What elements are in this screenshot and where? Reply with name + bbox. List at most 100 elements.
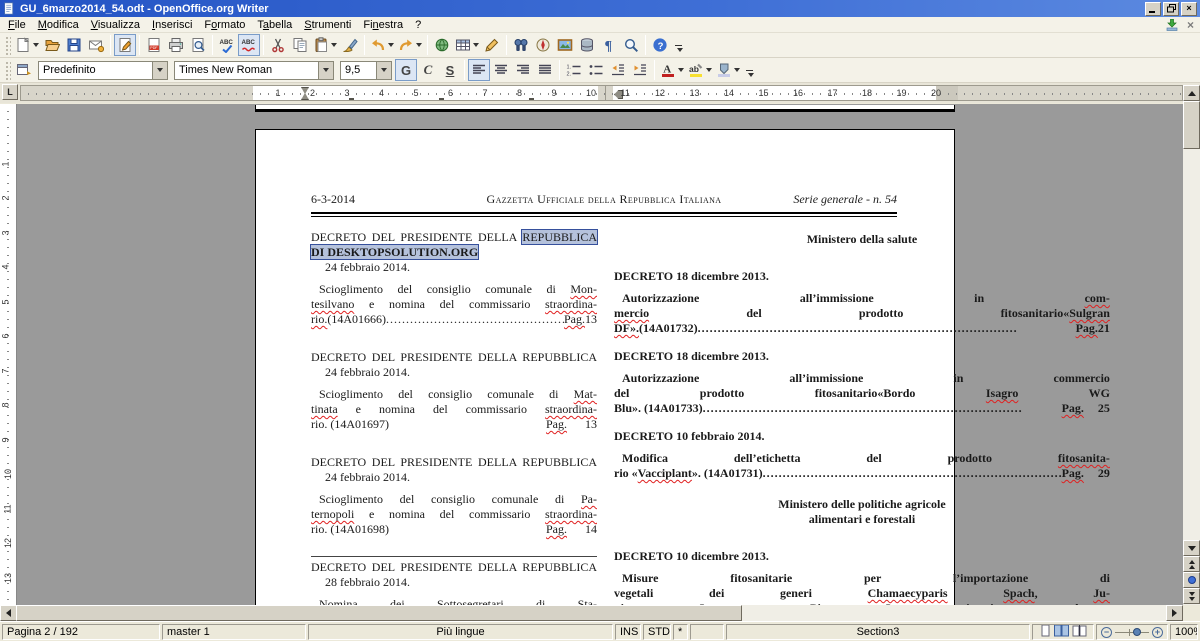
print-button[interactable] <box>165 34 187 56</box>
next-page-button[interactable] <box>1183 588 1200 604</box>
selection-mode-status[interactable]: STD <box>643 624 671 640</box>
zoom-slider-thumb[interactable] <box>1133 628 1141 636</box>
scroll-up-button[interactable] <box>1183 85 1200 101</box>
font-name-dropdown[interactable] <box>318 62 333 79</box>
navigator-button[interactable] <box>532 34 554 56</box>
minimize-button[interactable] <box>1145 2 1161 16</box>
update-available-icon[interactable] <box>1165 19 1179 31</box>
vertical-scroll-thumb[interactable] <box>1183 101 1200 149</box>
menu-tabella[interactable]: Tabella <box>251 18 298 32</box>
hyperlink-button[interactable] <box>431 34 453 56</box>
section-status[interactable]: Section3 <box>726 624 1030 640</box>
horizontal-ruler[interactable]: 1234567891011121314151617181920 <box>20 85 1183 101</box>
font-size-dropdown[interactable] <box>376 62 391 79</box>
right-column[interactable]: Ministero della saluteDECRETO 18 dicembr… <box>614 226 1110 605</box>
help-button[interactable]: ? <box>649 34 671 56</box>
previous-page-button[interactable] <box>1183 556 1200 572</box>
align-center-button[interactable] <box>490 59 512 81</box>
copy-button[interactable] <box>289 34 311 56</box>
menu-modifica[interactable]: Modifica <box>32 18 85 32</box>
save-button[interactable] <box>63 34 85 56</box>
scroll-right-button[interactable] <box>1166 605 1183 621</box>
modified-status[interactable]: * <box>673 624 688 640</box>
document-workspace[interactable]: 12345678910111213 6-3-2014 Gazzetta Uffi… <box>0 104 1183 605</box>
bold-button[interactable]: G <box>395 59 417 81</box>
tab-stop-marker[interactable] <box>529 98 534 101</box>
email-button[interactable] <box>85 34 107 56</box>
scroll-down-button[interactable] <box>1183 540 1200 556</box>
edit-file-button[interactable] <box>114 34 136 56</box>
page-style-status[interactable]: master 1 <box>162 624 306 640</box>
menu-strumenti[interactable]: Strumenti <box>298 18 357 32</box>
paragraph-style-combo[interactable]: Predefinito <box>38 61 168 80</box>
zoom-out-button[interactable]: − <box>1101 627 1112 638</box>
font-size-combo[interactable]: 9,5 <box>340 61 392 80</box>
zoom-slider-track[interactable] <box>1115 632 1149 633</box>
close-button[interactable]: × <box>1181 2 1197 16</box>
horizontal-scroll-thumb[interactable] <box>16 605 742 621</box>
document-page[interactable]: 6-3-2014 Gazzetta Ufficiale della Repubb… <box>255 129 955 605</box>
paste-dropdown-arrow[interactable] <box>331 43 337 47</box>
restore-button[interactable] <box>1163 2 1179 16</box>
spellcheck-button[interactable]: ABC <box>216 34 238 56</box>
redo-button[interactable] <box>396 34 424 56</box>
styles-formatting-button[interactable] <box>13 59 35 81</box>
auto-spellcheck-button[interactable]: ABC <box>238 34 260 56</box>
paragraph-style-dropdown[interactable] <box>152 62 167 79</box>
menu-?[interactable]: ? <box>409 18 427 32</box>
font-color-dropdown-arrow[interactable] <box>678 68 684 72</box>
formatting-marks-button[interactable]: ¶ <box>598 34 620 56</box>
redo-dropdown-arrow[interactable] <box>416 43 422 47</box>
format-paintbrush-button[interactable] <box>339 34 361 56</box>
table-dropdown-arrow[interactable] <box>473 43 479 47</box>
left-column[interactable]: DECRETO DEL PRESIDENTE DELLA REPUBBLICAD… <box>311 226 597 605</box>
scroll-left-button[interactable] <box>0 605 17 621</box>
new-document-button[interactable] <box>13 34 41 56</box>
menu-finestra[interactable]: Finestra <box>357 18 409 32</box>
numbered-list-button[interactable]: 1.2. <box>563 59 585 81</box>
align-justify-button[interactable] <box>534 59 556 81</box>
indent-increase-button[interactable] <box>629 59 651 81</box>
book-view-button[interactable] <box>1072 624 1087 640</box>
undo-button[interactable] <box>368 34 396 56</box>
toolbar-grip[interactable] <box>4 35 11 55</box>
menu-file[interactable]: File <box>2 18 32 32</box>
close-document-icon[interactable]: × <box>1187 19 1194 31</box>
background-color-dropdown-arrow[interactable] <box>734 68 740 72</box>
font-color-button[interactable]: A <box>658 59 686 81</box>
page-preview-button[interactable] <box>187 34 209 56</box>
data-sources-button[interactable] <box>576 34 598 56</box>
signature-status[interactable] <box>690 624 724 640</box>
menu-inserisci[interactable]: Inserisci <box>146 18 198 32</box>
draw-functions-button[interactable] <box>481 34 503 56</box>
vertical-ruler[interactable]: 12345678910111213 <box>0 104 17 605</box>
tab-stop-marker[interactable] <box>349 98 354 101</box>
horizontal-scrollbar[interactable] <box>0 605 1183 621</box>
single-page-view-button[interactable] <box>1040 624 1051 640</box>
table-button[interactable] <box>453 34 481 56</box>
paste-button[interactable] <box>311 34 339 56</box>
underline-button[interactable]: S <box>439 59 461 81</box>
tab-stop-marker[interactable] <box>439 98 444 101</box>
vertical-scrollbar[interactable] <box>1183 85 1200 605</box>
export-pdf-button[interactable]: PDF <box>143 34 165 56</box>
highlighting-dropdown-arrow[interactable] <box>706 68 712 72</box>
cut-button[interactable] <box>267 34 289 56</box>
navigation-button[interactable] <box>1183 572 1200 588</box>
zoom-percentage[interactable]: 100% <box>1170 624 1198 640</box>
toolbar-options-button[interactable] <box>673 35 684 55</box>
zoom-button[interactable] <box>620 34 642 56</box>
open-button[interactable] <box>41 34 63 56</box>
tab-type-selector[interactable]: L <box>2 84 18 100</box>
insert-mode-status[interactable]: INS <box>615 624 641 640</box>
italic-button[interactable]: C <box>417 59 439 81</box>
toolbar-options-button[interactable] <box>744 60 755 80</box>
zoom-in-button[interactable]: + <box>1152 627 1163 638</box>
bullet-list-button[interactable] <box>585 59 607 81</box>
new-document-dropdown-arrow[interactable] <box>33 43 39 47</box>
toolbar-grip[interactable] <box>4 60 11 80</box>
language-status[interactable]: Più lingue <box>308 624 613 640</box>
menu-formato[interactable]: Formato <box>198 18 251 32</box>
align-left-button[interactable] <box>468 59 490 81</box>
background-color-button[interactable] <box>714 59 742 81</box>
